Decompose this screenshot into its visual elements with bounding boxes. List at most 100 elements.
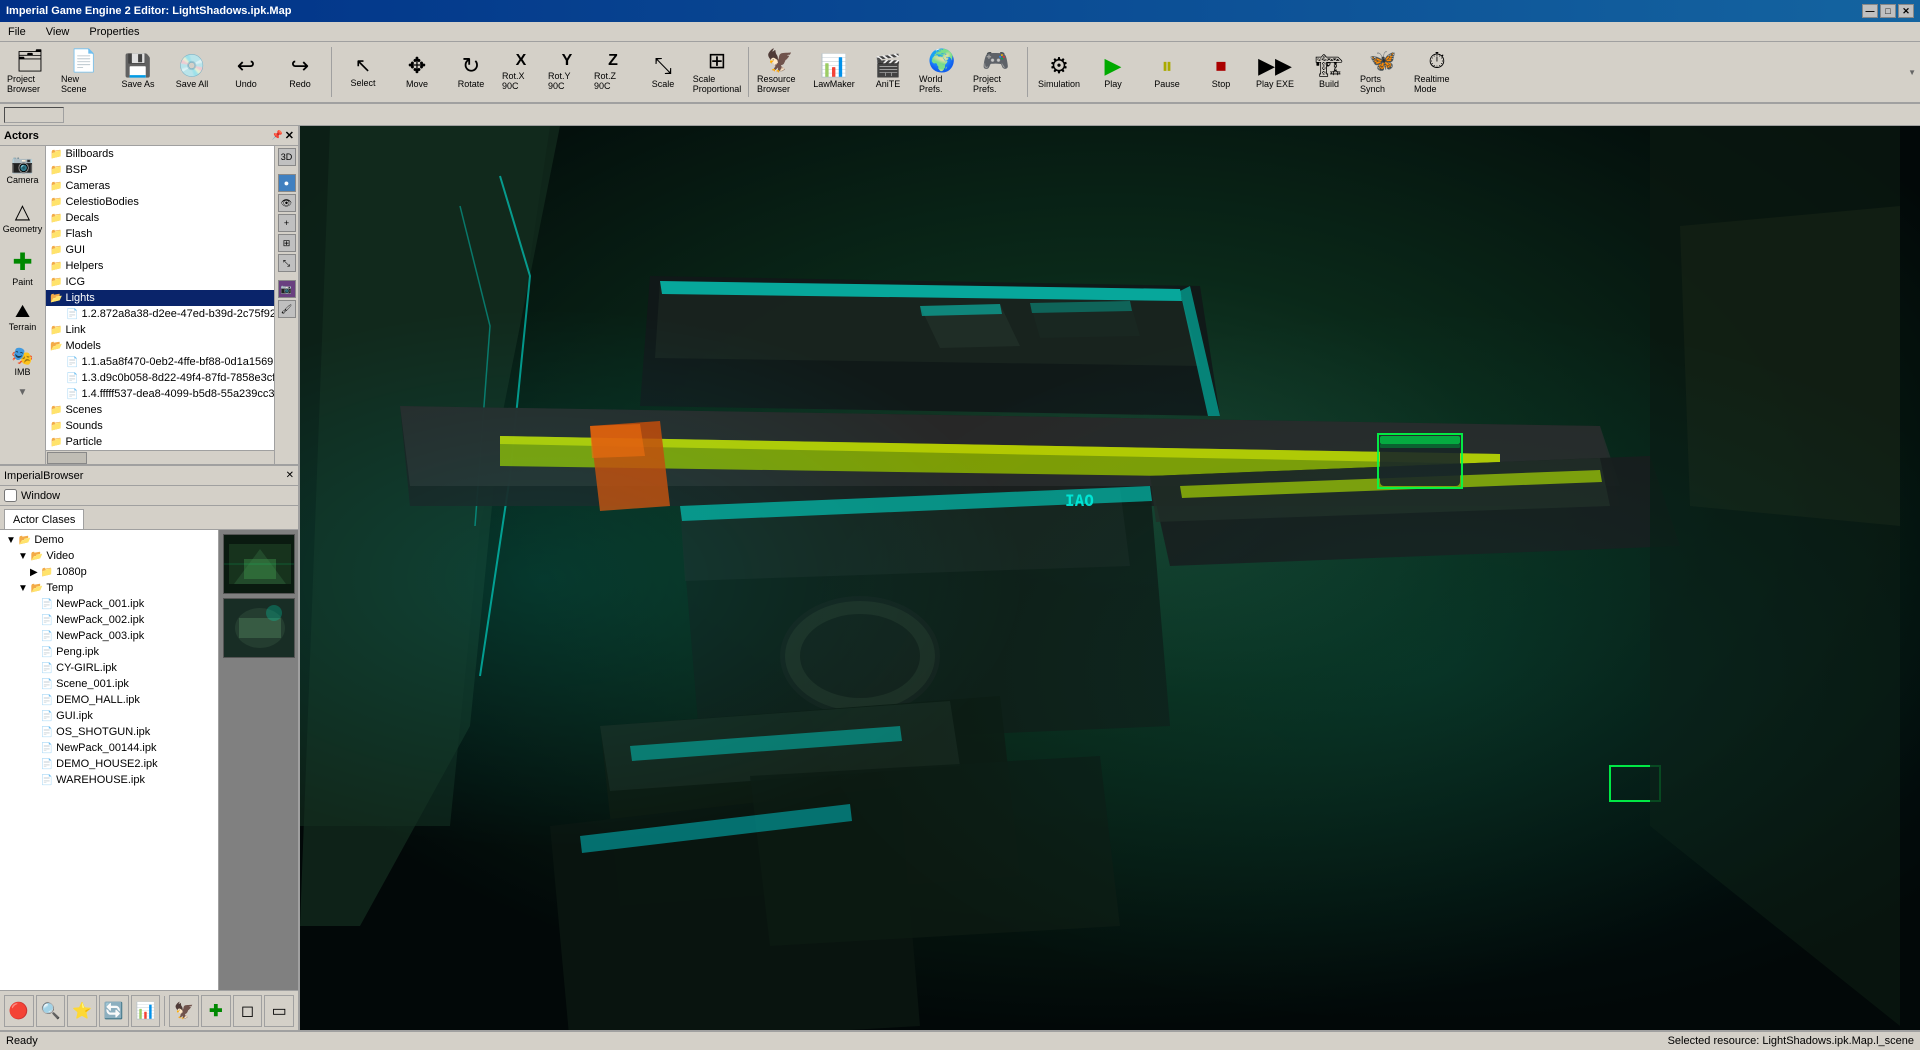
tree-item-particle-1[interactable]: 📁 Particle <box>46 434 274 450</box>
ib-refresh-button[interactable]: 🔄 <box>99 995 129 1027</box>
sidebar-item-terrain[interactable]: ⛰ Terrain <box>3 297 43 336</box>
resource-browser-button[interactable]: 🦅 Resource Browser <box>754 44 806 100</box>
actors-hscroll[interactable] <box>46 450 274 464</box>
tree-item-icg[interactable]: 📁 ICG <box>46 274 274 290</box>
tab-actor-clases[interactable]: Actor Clases <box>4 509 84 529</box>
maximize-button[interactable]: □ <box>1880 4 1896 18</box>
sidebar-item-geometry[interactable]: △ Geometry <box>3 195 43 238</box>
ib-dash-button[interactable]: ▭ <box>264 995 294 1027</box>
viewport-3d[interactable]: IAO <box>300 126 1920 1030</box>
tree-item-sounds[interactable]: 📁 Sounds <box>46 418 274 434</box>
menu-view[interactable]: View <box>42 24 74 40</box>
ib-chart-button[interactable]: 📊 <box>131 995 161 1027</box>
redo-button[interactable]: ↪ Redo <box>274 44 326 100</box>
viewport-grid-button[interactable]: ⊞ <box>278 234 296 252</box>
sidebar-expand-arrow[interactable]: ▼ <box>18 387 28 398</box>
play-button[interactable]: ▶ Play <box>1087 44 1139 100</box>
tree-item-gui[interactable]: 📁 GUI <box>46 242 274 258</box>
actors-pin-icon[interactable]: 📌 <box>272 130 283 141</box>
tree-item-decals[interactable]: 📁 Decals <box>46 210 274 226</box>
menu-file[interactable]: File <box>4 24 30 40</box>
ft-item-1080p[interactable]: ▶ 📁 1080p <box>2 564 216 580</box>
actors-tree[interactable]: 📁 Billboards 📁 BSP 📁 Cameras 📁 <box>46 146 274 450</box>
file-tree[interactable]: ▼ 📂 Demo ▼ 📂 Video ▶ 📁 1080p <box>0 530 218 990</box>
rot-y-button[interactable]: Y Rot.Y 90C <box>545 44 589 100</box>
ft-item-demo[interactable]: ▼ 📂 Demo <box>2 532 216 548</box>
tree-item-flash[interactable]: 📁 Flash <box>46 226 274 242</box>
sidebar-item-paint[interactable]: ✚ Paint <box>3 244 43 291</box>
close-button[interactable]: ✕ <box>1898 4 1914 18</box>
sidebar-item-imb[interactable]: 🎭 IMB <box>3 342 43 381</box>
new-scene-button[interactable]: 📄 New Scene <box>58 44 110 100</box>
tree-item-helpers[interactable]: 📁 Helpers <box>46 258 274 274</box>
rotate-button[interactable]: ↻ Rotate <box>445 44 497 100</box>
realtime-mode-button[interactable]: ⏱ Realtime Mode <box>1411 44 1463 100</box>
ft-item-video[interactable]: ▼ 📂 Video <box>2 548 216 564</box>
ft-item-scene001[interactable]: ▶ 📄 Scene_001.ipk <box>2 676 216 692</box>
viewport-perspective-icon[interactable]: ● <box>278 174 296 192</box>
ib-star-button[interactable]: ⭐ <box>67 995 97 1027</box>
lawmaker-button[interactable]: 📊 LawMaker <box>808 44 860 100</box>
ft-item-peng[interactable]: ▶ 📄 Peng.ipk <box>2 644 216 660</box>
ft-item-gui[interactable]: ▶ 📄 GUI.ipk <box>2 708 216 724</box>
select-button[interactable]: ↖ Select <box>337 44 389 100</box>
viewport-brush-button[interactable]: 🖌 <box>278 300 296 318</box>
tree-item-link[interactable]: 📁 Link <box>46 322 274 338</box>
ib-eagle-button[interactable]: 🦅 <box>169 995 199 1027</box>
build-button[interactable]: 🏗 Build <box>1303 44 1355 100</box>
tree-item-models[interactable]: 📂 Models <box>46 338 274 354</box>
window-checkbox[interactable] <box>4 489 17 502</box>
scale-button[interactable]: ⤡ Scale <box>637 44 689 100</box>
ft-item-newpack002[interactable]: ▶ 📄 NewPack_002.ipk <box>2 612 216 628</box>
ft-item-warehouse[interactable]: ▶ 📄 WAREHOUSE.ipk <box>2 772 216 788</box>
ib-add-button[interactable]: ✚ <box>201 995 231 1027</box>
viewport-cam-button[interactable]: 📷 <box>278 280 296 298</box>
save-as-button[interactable]: 💾 Save As <box>112 44 164 100</box>
imperial-browser-close[interactable]: ✕ <box>286 470 294 481</box>
ft-item-cy-girl[interactable]: ▶ 📄 CY-GIRL.ipk <box>2 660 216 676</box>
sidebar-item-camera[interactable]: 📷 Camera <box>3 150 43 189</box>
ib-square-button[interactable]: ◻ <box>233 995 263 1027</box>
tree-item-model-3[interactable]: 📄 1.4.fffff537-dea8-4099-b5d8-55a239cc3.… <box>46 386 274 402</box>
project-prefs-button[interactable]: 🎮 Project Prefs. <box>970 44 1022 100</box>
tree-item-bsp[interactable]: 📁 BSP <box>46 162 274 178</box>
scale-prop-button[interactable]: ⊞ Scale Proportional <box>691 44 743 100</box>
ft-item-newpack003[interactable]: ▶ 📄 NewPack_003.ipk <box>2 628 216 644</box>
tree-item-lights[interactable]: 📂 Lights <box>46 290 274 306</box>
save-all-button[interactable]: 💿 Save All <box>166 44 218 100</box>
viewport-scale-button[interactable]: ⤡ <box>278 254 296 272</box>
ft-item-demo-hall[interactable]: ▶ 📄 DEMO_HALL.ipk <box>2 692 216 708</box>
viewport-plus-button[interactable]: + <box>278 214 296 232</box>
toolbar-overflow-arrow[interactable]: ▼ <box>1908 68 1916 77</box>
ports-synch-button[interactable]: 🦋 Ports Synch <box>1357 44 1409 100</box>
project-browser-button[interactable]: 🗂 Project Browser <box>4 44 56 100</box>
ft-item-temp[interactable]: ▼ 📂 Temp <box>2 580 216 596</box>
tree-item-billboards[interactable]: 📁 Billboards <box>46 146 274 162</box>
rot-z-button[interactable]: Z Rot.Z 90C <box>591 44 635 100</box>
tree-item-scenes[interactable]: 📁 Scenes <box>46 402 274 418</box>
minimize-button[interactable]: — <box>1862 4 1878 18</box>
ib-search-button[interactable]: 🔍 <box>36 995 66 1027</box>
menu-properties[interactable]: Properties <box>85 24 143 40</box>
tree-item-model-1[interactable]: 📄 1.1.a5a8f470-0eb2-4ffe-bf88-0d1a1569..… <box>46 354 274 370</box>
viewport-eye-button[interactable]: 👁 <box>278 194 296 212</box>
ft-item-newpack001[interactable]: ▶ 📄 NewPack_001.ipk <box>2 596 216 612</box>
tree-item-lights-child[interactable]: 📄 1.2.872a8a38-d2ee-47ed-b39d-2c75f92... <box>46 306 274 322</box>
anite-button[interactable]: 🎬 AniTE <box>862 44 914 100</box>
ft-item-os-shotgun[interactable]: ▶ 📄 OS_SHOTGUN.ipk <box>2 724 216 740</box>
toolbar2-field[interactable] <box>4 107 64 123</box>
ft-item-demo-house2[interactable]: ▶ 📄 DEMO_HOUSE2.ipk <box>2 756 216 772</box>
pause-button[interactable]: ⏸ Pause <box>1141 44 1193 100</box>
ib-red-button[interactable]: 🔴 <box>4 995 34 1027</box>
tree-item-cameras[interactable]: 📁 Cameras <box>46 178 274 194</box>
tree-item-celestiobodies[interactable]: 📁 CelestioBodies <box>46 194 274 210</box>
move-button[interactable]: ✥ Move <box>391 44 443 100</box>
undo-button[interactable]: ↩ Undo <box>220 44 272 100</box>
play-exe-button[interactable]: ▶▶ Play EXE <box>1249 44 1301 100</box>
world-prefs-button[interactable]: 🌍 World Prefs. <box>916 44 968 100</box>
hscroll-thumb[interactable] <box>47 452 87 464</box>
actors-close-button[interactable]: ✕ <box>285 129 294 142</box>
tree-item-model-2[interactable]: 📄 1.3.d9c0b058-8d22-49f4-87fd-7858e3cf..… <box>46 370 274 386</box>
title-bar-buttons[interactable]: — □ ✕ <box>1862 4 1914 18</box>
simulation-button[interactable]: ⚙ Simulation <box>1033 44 1085 100</box>
